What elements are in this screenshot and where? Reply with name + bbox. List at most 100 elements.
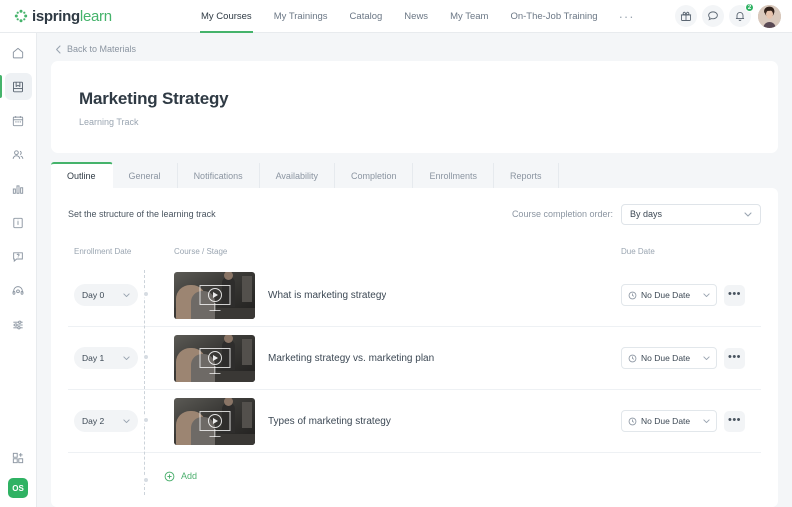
column-header-course-stage: Course / Stage: [174, 246, 228, 256]
course-thumbnail[interactable]: [174, 334, 255, 382]
chevron-left-icon: [55, 44, 62, 54]
course-thumbnail[interactable]: [174, 271, 255, 319]
add-button[interactable]: Add: [164, 471, 197, 482]
nav-label: My Team: [450, 10, 489, 22]
main-content: Back to Materials Marketing Strategy Lea…: [37, 33, 792, 507]
page-subtitle: Learning Track: [79, 117, 139, 127]
tab-label: Notifications: [193, 170, 243, 181]
day-value: Day 2: [82, 416, 105, 426]
ispring-logo[interactable]: ispringlearn: [0, 8, 180, 25]
tab-completion[interactable]: Completion: [335, 163, 414, 188]
sidebar-item-calendar[interactable]: [5, 107, 32, 134]
back-to-materials-link[interactable]: Back to Materials: [51, 33, 778, 61]
logo-text-learn: learn: [79, 7, 112, 25]
cell-due-date: No Due Date •••: [621, 284, 761, 306]
nav-item-on-the-job-training[interactable]: On-The-Job Training: [499, 0, 608, 33]
column-header-enrollment-date: Enrollment Date: [74, 246, 132, 256]
nav-label: My Courses: [201, 10, 252, 22]
timeline-node: [141, 476, 150, 484]
panel-toolbar: Set the structure of the learning track …: [68, 202, 761, 226]
nav-item-my-team[interactable]: My Team: [439, 0, 499, 33]
nav-label: Catalog: [349, 10, 383, 22]
tab-notifications[interactable]: Notifications: [178, 163, 260, 188]
nav-overflow-button[interactable]: ···: [609, 0, 645, 33]
timeline-node: [141, 416, 150, 424]
sidebar-item-users[interactable]: [5, 141, 32, 168]
row-menu-button[interactable]: •••: [724, 284, 745, 306]
home-icon: [11, 46, 25, 60]
tab-label: Enrollments: [429, 170, 478, 181]
chevron-down-icon: [703, 293, 710, 298]
course-title[interactable]: What is marketing strategy: [268, 290, 386, 301]
clock-icon: [628, 354, 637, 363]
chevron-down-icon: [123, 419, 130, 424]
bell-icon[interactable]: 2: [729, 3, 754, 27]
calendar-icon: [11, 114, 25, 128]
chat-question-icon: [11, 250, 25, 264]
sliders-icon: [11, 318, 25, 332]
support-icon: [11, 284, 25, 298]
tab-enrollments[interactable]: Enrollments: [413, 163, 495, 188]
panel-description: Set the structure of the learning track: [68, 209, 216, 219]
course-title[interactable]: Types of marketing strategy: [268, 416, 391, 427]
sidebar-item-reports[interactable]: [5, 175, 32, 202]
add-label: Add: [181, 471, 198, 481]
nav-item-catalog[interactable]: Catalog: [339, 0, 394, 33]
org-badge[interactable]: OS: [8, 478, 28, 498]
left-sidebar: OS: [0, 33, 37, 507]
top-header-bar: ispringlearn My Courses My Trainings Cat…: [0, 0, 792, 33]
gift-icon[interactable]: [675, 5, 697, 27]
course-thumbnail[interactable]: [174, 397, 255, 445]
tab-general[interactable]: General: [113, 163, 178, 188]
body-area: OS Back to Materials Marketing Strategy …: [0, 33, 792, 507]
due-date-value: No Due Date: [641, 290, 691, 300]
tab-label: Outline: [67, 171, 96, 181]
logo-text-ispring: ispring: [32, 7, 80, 25]
sidebar-item-support[interactable]: [5, 277, 32, 304]
nav-item-my-trainings[interactable]: My Trainings: [263, 0, 339, 33]
due-date-select[interactable]: No Due Date: [621, 410, 717, 432]
add-row: Add: [68, 453, 761, 499]
chart-icon: [11, 182, 25, 196]
day-value: Day 1: [82, 353, 105, 363]
nav-item-my-courses[interactable]: My Courses: [190, 0, 263, 33]
sidebar-item-help[interactable]: [5, 243, 32, 270]
row-menu-button[interactable]: •••: [724, 347, 745, 369]
sidebar-item-add-apps[interactable]: [5, 444, 32, 471]
column-header-due-date: Due Date: [621, 246, 655, 256]
table-row: Day 1 Marketing strategy vs. marketing p…: [68, 327, 761, 390]
sidebar-item-materials[interactable]: [0, 73, 32, 100]
clock-icon: [628, 291, 637, 300]
ispring-logo-icon: [14, 9, 28, 23]
table-row: Day 2 Types of marketing strategy No Due…: [68, 390, 761, 453]
due-date-select[interactable]: No Due Date: [621, 347, 717, 369]
tab-label: Completion: [350, 170, 397, 181]
chat-icon[interactable]: [702, 5, 724, 27]
completion-order-select[interactable]: By days: [621, 203, 761, 225]
due-date-select[interactable]: No Due Date: [621, 284, 717, 306]
tab-bar: Outline General Notifications Availabili…: [51, 162, 778, 188]
day-select[interactable]: Day 2: [74, 410, 138, 432]
back-label: Back to Materials: [67, 44, 137, 54]
chevron-down-icon: [744, 211, 752, 217]
course-title[interactable]: Marketing strategy vs. marketing plan: [268, 353, 434, 364]
outline-rows: Day 0 What is marketing strategy No Due …: [68, 264, 761, 499]
app-window: ispringlearn My Courses My Trainings Cat…: [0, 0, 792, 507]
day-select[interactable]: Day 0: [74, 284, 138, 306]
timeline-node: [141, 290, 150, 298]
row-menu-button[interactable]: •••: [724, 410, 745, 432]
tab-reports[interactable]: Reports: [494, 163, 559, 188]
tab-label: General: [128, 170, 161, 181]
avatar[interactable]: [758, 4, 781, 28]
tab-label: Reports: [510, 170, 542, 181]
sidebar-item-home[interactable]: [5, 39, 32, 66]
day-select[interactable]: Day 1: [74, 347, 138, 369]
due-date-value: No Due Date: [641, 416, 691, 426]
page-title: Marketing Strategy: [79, 89, 229, 108]
tab-availability[interactable]: Availability: [260, 163, 335, 188]
tab-outline[interactable]: Outline: [51, 162, 113, 188]
sidebar-item-info[interactable]: [5, 209, 32, 236]
table-column-headers: Enrollment Date Course / Stage Due Date: [68, 238, 761, 264]
sidebar-item-settings[interactable]: [5, 311, 32, 338]
nav-item-news[interactable]: News: [393, 0, 439, 33]
